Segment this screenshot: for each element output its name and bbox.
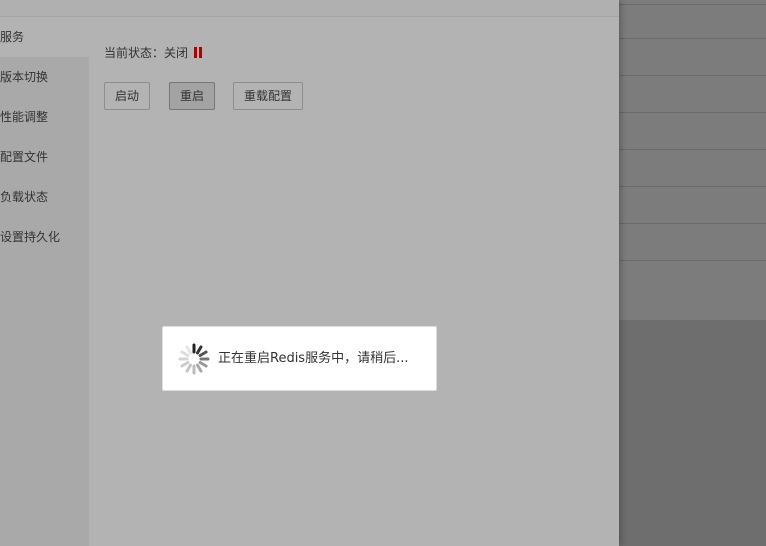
sidebar-item-service[interactable]: 服务 bbox=[0, 17, 89, 57]
table-row bbox=[619, 186, 766, 187]
sidebar-item-persistence[interactable]: 设置持久化 bbox=[0, 217, 89, 257]
table-row bbox=[619, 223, 766, 224]
service-status: 当前状态：关闭 bbox=[104, 44, 203, 61]
sidebar-item-load-status[interactable]: 负载状态 bbox=[0, 177, 89, 217]
service-content: 当前状态：关闭 启动 重启 重载配置 bbox=[89, 17, 619, 546]
redis-settings-panel: 服务 版本切换 性能调整 配置文件 负载状态 设置持久化 当前状态：关闭 启动 … bbox=[0, 0, 619, 546]
sidebar: 服务 版本切换 性能调整 配置文件 负载状态 设置持久化 bbox=[0, 17, 89, 546]
panel-header bbox=[0, 0, 619, 17]
table-row bbox=[619, 75, 766, 76]
sidebar-item-config-file[interactable]: 配置文件 bbox=[0, 137, 89, 177]
status-label: 当前状态： bbox=[104, 46, 165, 60]
table-row bbox=[619, 260, 766, 261]
table-row bbox=[619, 38, 766, 39]
spinner-icon bbox=[178, 343, 210, 375]
status-value: 关闭 bbox=[164, 46, 189, 60]
sidebar-item-version-switch[interactable]: 版本切换 bbox=[0, 57, 89, 97]
sidebar-item-performance[interactable]: 性能调整 bbox=[0, 97, 89, 137]
start-button[interactable]: 启动 bbox=[104, 82, 150, 110]
restart-button[interactable]: 重启 bbox=[169, 82, 215, 110]
pause-icon bbox=[194, 47, 203, 58]
table-row bbox=[619, 149, 766, 150]
table-row bbox=[619, 112, 766, 113]
loading-toast: 正在重启Redis服务中，请稍后... bbox=[162, 326, 437, 391]
loading-message: 正在重启Redis服务中，请稍后... bbox=[218, 351, 409, 366]
reload-config-button[interactable]: 重载配置 bbox=[233, 82, 303, 110]
background-table bbox=[619, 0, 766, 320]
table-row bbox=[619, 4, 766, 5]
background-page bbox=[619, 0, 766, 546]
